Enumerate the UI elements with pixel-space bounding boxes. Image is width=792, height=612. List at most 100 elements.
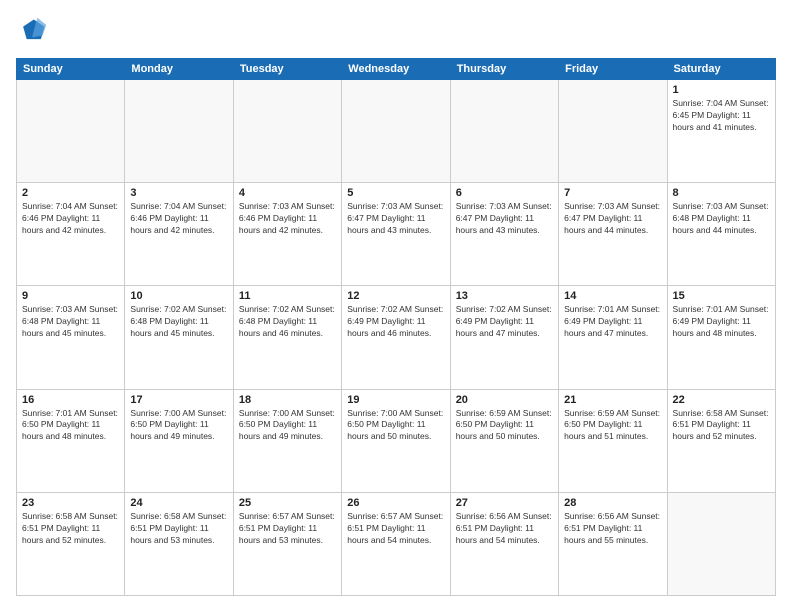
day-info: Sunrise: 7:01 AM Sunset: 6:49 PM Dayligh… (564, 304, 661, 340)
calendar-week-3: 16 Sunrise: 7:01 AM Sunset: 6:50 PM Dayli… (17, 389, 776, 492)
logo (16, 16, 52, 48)
day-info: Sunrise: 6:59 AM Sunset: 6:50 PM Dayligh… (456, 408, 553, 444)
calendar-week-0: 1 Sunrise: 7:04 AM Sunset: 6:45 PM Daylig… (17, 80, 776, 183)
calendar-cell: 25 Sunrise: 6:57 AM Sunset: 6:51 PM Dayli… (233, 492, 341, 595)
day-info: Sunrise: 7:03 AM Sunset: 6:47 PM Dayligh… (347, 201, 444, 237)
calendar-cell: 21Sunrise: 6:59 AM Sunset: 6:50 PM Dayli… (559, 389, 667, 492)
day-info: Sunrise: 7:04 AM Sunset: 6:46 PM Dayligh… (130, 201, 227, 237)
day-number: 26 (347, 497, 444, 509)
calendar-cell (667, 492, 775, 595)
calendar-cell: 15 Sunrise: 7:01 AM Sunset: 6:49 PM Dayli… (667, 286, 775, 389)
col-header-sunday: Sunday (17, 59, 125, 80)
day-number: 19 (347, 394, 444, 406)
calendar-cell: 11 Sunrise: 7:02 AM Sunset: 6:48 PM Dayli… (233, 286, 341, 389)
calendar-cell: 3 Sunrise: 7:04 AM Sunset: 6:46 PM Daylig… (125, 183, 233, 286)
calendar-week-2: 9 Sunrise: 7:03 AM Sunset: 6:48 PM Daylig… (17, 286, 776, 389)
calendar-cell (559, 80, 667, 183)
day-number: 1 (673, 84, 770, 96)
day-number: 25 (239, 497, 336, 509)
calendar-cell: 22 Sunrise: 6:58 AM Sunset: 6:51 PM Dayli… (667, 389, 775, 492)
calendar-cell: 16 Sunrise: 7:01 AM Sunset: 6:50 PM Dayli… (17, 389, 125, 492)
day-info: Sunrise: 7:01 AM Sunset: 6:49 PM Dayligh… (673, 304, 770, 340)
day-number: 7 (564, 187, 661, 199)
calendar-cell (125, 80, 233, 183)
day-info: Sunrise: 7:03 AM Sunset: 6:47 PM Dayligh… (456, 201, 553, 237)
day-number: 4 (239, 187, 336, 199)
calendar-cell: 27 Sunrise: 6:56 AM Sunset: 6:51 PM Dayli… (450, 492, 558, 595)
day-info: Sunrise: 6:56 AM Sunset: 6:51 PM Dayligh… (564, 511, 661, 547)
day-info: Sunrise: 7:00 AM Sunset: 6:50 PM Dayligh… (347, 408, 444, 444)
day-number: 16 (22, 394, 119, 406)
day-number: 23 (22, 497, 119, 509)
calendar-cell: 8 Sunrise: 7:03 AM Sunset: 6:48 PM Daylig… (667, 183, 775, 286)
day-info: Sunrise: 6:58 AM Sunset: 6:51 PM Dayligh… (22, 511, 119, 547)
calendar-cell: 28 Sunrise: 6:56 AM Sunset: 6:51 PM Dayli… (559, 492, 667, 595)
col-header-tuesday: Tuesday (233, 59, 341, 80)
col-header-thursday: Thursday (450, 59, 558, 80)
col-header-saturday: Saturday (667, 59, 775, 80)
page: SundayMondayTuesdayWednesdayThursdayFrid… (0, 0, 792, 612)
day-number: 22 (673, 394, 770, 406)
calendar-cell: 14 Sunrise: 7:01 AM Sunset: 6:49 PM Dayli… (559, 286, 667, 389)
day-number: 10 (130, 290, 227, 302)
day-info: Sunrise: 7:03 AM Sunset: 6:46 PM Dayligh… (239, 201, 336, 237)
day-number: 24 (130, 497, 227, 509)
day-info: Sunrise: 6:56 AM Sunset: 6:51 PM Dayligh… (456, 511, 553, 547)
day-number: 13 (456, 290, 553, 302)
day-info: Sunrise: 7:01 AM Sunset: 6:50 PM Dayligh… (22, 408, 119, 444)
day-number: 11 (239, 290, 336, 302)
calendar-week-1: 2Sunrise: 7:04 AM Sunset: 6:46 PM Daylig… (17, 183, 776, 286)
day-info: Sunrise: 7:03 AM Sunset: 6:47 PM Dayligh… (564, 201, 661, 237)
calendar-cell: 24 Sunrise: 6:58 AM Sunset: 6:51 PM Dayli… (125, 492, 233, 595)
day-number: 8 (673, 187, 770, 199)
day-number: 3 (130, 187, 227, 199)
calendar-cell: 2Sunrise: 7:04 AM Sunset: 6:46 PM Daylig… (17, 183, 125, 286)
day-number: 12 (347, 290, 444, 302)
day-number: 21 (564, 394, 661, 406)
col-header-monday: Monday (125, 59, 233, 80)
day-info: Sunrise: 7:00 AM Sunset: 6:50 PM Dayligh… (239, 408, 336, 444)
calendar-cell: 1 Sunrise: 7:04 AM Sunset: 6:45 PM Daylig… (667, 80, 775, 183)
calendar-cell (342, 80, 450, 183)
calendar-cell (17, 80, 125, 183)
calendar-cell (233, 80, 341, 183)
day-number: 9 (22, 290, 119, 302)
day-info: Sunrise: 7:00 AM Sunset: 6:50 PM Dayligh… (130, 408, 227, 444)
day-info: Sunrise: 7:02 AM Sunset: 6:48 PM Dayligh… (239, 304, 336, 340)
day-info: Sunrise: 7:02 AM Sunset: 6:49 PM Dayligh… (347, 304, 444, 340)
calendar-cell: 10 Sunrise: 7:02 AM Sunset: 6:48 PM Dayli… (125, 286, 233, 389)
day-info: Sunrise: 7:03 AM Sunset: 6:48 PM Dayligh… (673, 201, 770, 237)
col-header-wednesday: Wednesday (342, 59, 450, 80)
calendar-cell: 23 Sunrise: 6:58 AM Sunset: 6:51 PM Dayli… (17, 492, 125, 595)
day-info: Sunrise: 6:58 AM Sunset: 6:51 PM Dayligh… (673, 408, 770, 444)
day-number: 17 (130, 394, 227, 406)
calendar-cell: 17 Sunrise: 7:00 AM Sunset: 6:50 PM Dayli… (125, 389, 233, 492)
day-number: 27 (456, 497, 553, 509)
day-number: 14 (564, 290, 661, 302)
calendar-cell: 19 Sunrise: 7:00 AM Sunset: 6:50 PM Dayli… (342, 389, 450, 492)
calendar-cell: 20 Sunrise: 6:59 AM Sunset: 6:50 PM Dayli… (450, 389, 558, 492)
calendar-cell: 5 Sunrise: 7:03 AM Sunset: 6:47 PM Daylig… (342, 183, 450, 286)
calendar-cell: 26 Sunrise: 6:57 AM Sunset: 6:51 PM Dayli… (342, 492, 450, 595)
calendar-cell: 7 Sunrise: 7:03 AM Sunset: 6:47 PM Daylig… (559, 183, 667, 286)
day-info: Sunrise: 6:58 AM Sunset: 6:51 PM Dayligh… (130, 511, 227, 547)
calendar-cell: 18 Sunrise: 7:00 AM Sunset: 6:50 PM Dayli… (233, 389, 341, 492)
calendar-cell: 12 Sunrise: 7:02 AM Sunset: 6:49 PM Dayli… (342, 286, 450, 389)
calendar-cell: 13 Sunrise: 7:02 AM Sunset: 6:49 PM Dayli… (450, 286, 558, 389)
day-number: 18 (239, 394, 336, 406)
day-number: 20 (456, 394, 553, 406)
day-info: Sunrise: 7:02 AM Sunset: 6:48 PM Dayligh… (130, 304, 227, 340)
day-number: 5 (347, 187, 444, 199)
day-info: Sunrise: 6:57 AM Sunset: 6:51 PM Dayligh… (239, 511, 336, 547)
day-info: Sunrise: 7:02 AM Sunset: 6:49 PM Dayligh… (456, 304, 553, 340)
day-number: 15 (673, 290, 770, 302)
col-header-friday: Friday (559, 59, 667, 80)
calendar-cell: 4 Sunrise: 7:03 AM Sunset: 6:46 PM Daylig… (233, 183, 341, 286)
day-number: 28 (564, 497, 661, 509)
header (16, 16, 776, 48)
calendar-header-row: SundayMondayTuesdayWednesdayThursdayFrid… (17, 59, 776, 80)
day-info: Sunrise: 6:57 AM Sunset: 6:51 PM Dayligh… (347, 511, 444, 547)
day-info: Sunrise: 7:03 AM Sunset: 6:48 PM Dayligh… (22, 304, 119, 340)
day-info: Sunrise: 7:04 AM Sunset: 6:45 PM Dayligh… (673, 98, 770, 134)
calendar-cell: 6Sunrise: 7:03 AM Sunset: 6:47 PM Daylig… (450, 183, 558, 286)
